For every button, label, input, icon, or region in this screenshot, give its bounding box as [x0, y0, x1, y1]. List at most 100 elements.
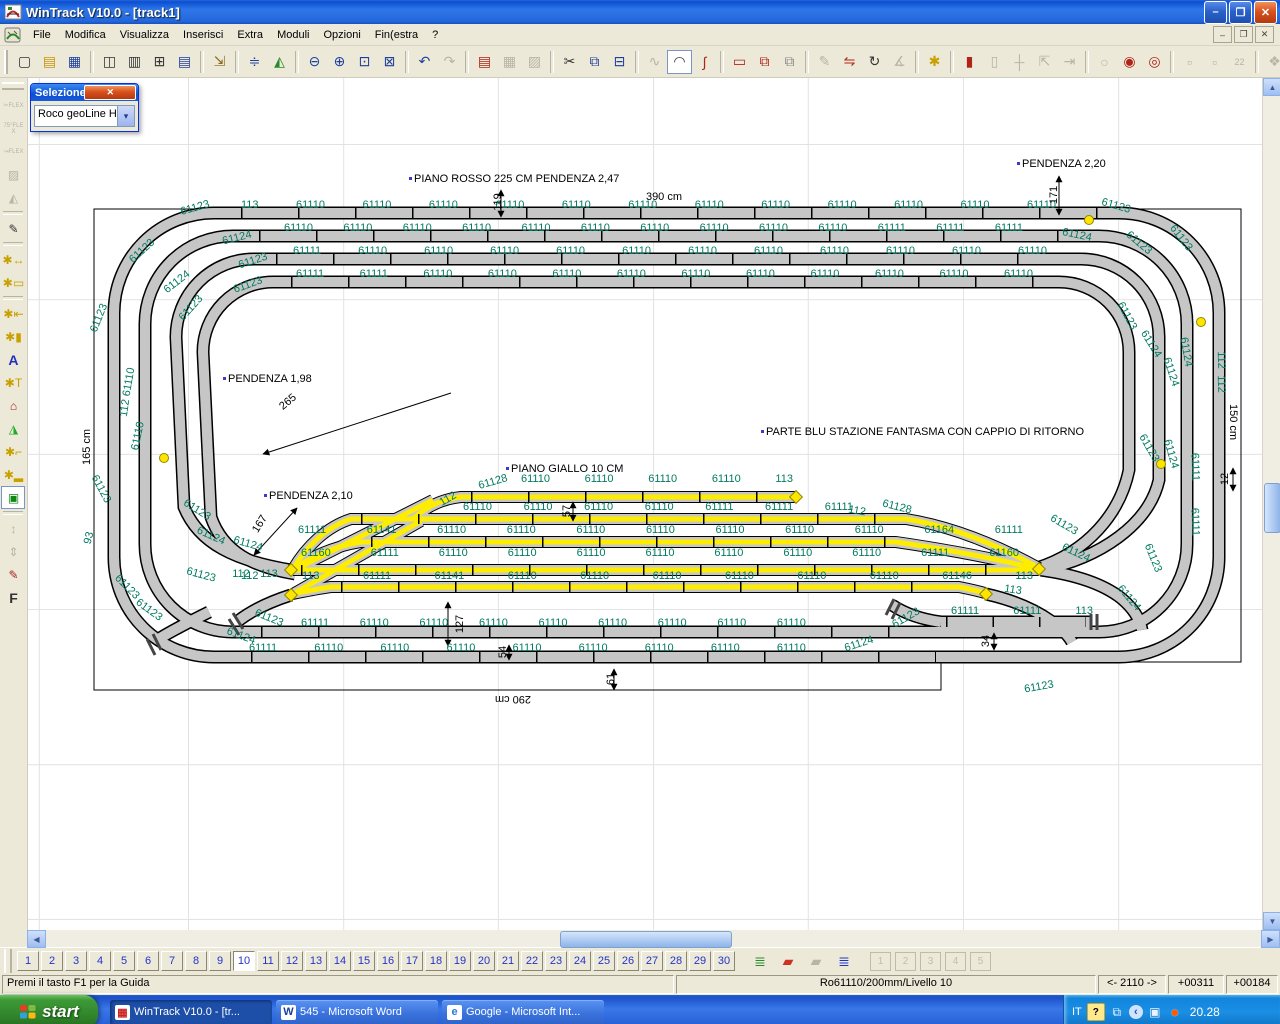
layer-locked-button[interactable]: ▰: [803, 950, 829, 972]
level-down-icon[interactable]: ⇕: [1, 540, 25, 563]
mirror-button[interactable]: ⇋: [837, 50, 862, 74]
new-signal-icon[interactable]: ✱▮: [1, 325, 25, 348]
image-tool-icon[interactable]: ▣: [1, 486, 25, 509]
page-button[interactable]: 12: [281, 951, 303, 971]
new-button[interactable]: ▢: [12, 50, 37, 74]
flex-curve-button[interactable]: ∿: [642, 50, 667, 74]
lamp-red-button[interactable]: ◉: [1117, 50, 1142, 74]
restore-window-tray-icon[interactable]: ⧉: [1109, 1004, 1125, 1020]
sheet-button[interactable]: ▦: [497, 50, 522, 74]
background-image-button[interactable]: ◭: [267, 50, 292, 74]
new-ramp-icon[interactable]: ✱⌐: [1, 440, 25, 463]
page-button[interactable]: 10: [233, 951, 255, 971]
scroll-up-icon[interactable]: ▲: [1263, 78, 1280, 96]
page-button[interactable]: 6: [137, 951, 159, 971]
page-button[interactable]: 4: [89, 951, 111, 971]
align-button[interactable]: ⇱: [1032, 50, 1057, 74]
profile-tool-icon[interactable]: F: [1, 586, 25, 609]
mdi-control-button[interactable]: –: [1213, 26, 1232, 43]
piece-numbers-button[interactable]: ≑: [242, 50, 267, 74]
page-button[interactable]: 2: [41, 951, 63, 971]
zoom-in-button[interactable]: ⊕: [327, 50, 352, 74]
save-button[interactable]: ▦: [62, 50, 87, 74]
page-button[interactable]: 30: [713, 951, 735, 971]
vertical-scrollbar[interactable]: ▲ ▼: [1262, 78, 1280, 930]
cut-button[interactable]: ✂: [557, 50, 582, 74]
toolbar-button[interactable]: [200, 51, 204, 73]
draw-pen-icon[interactable]: ✎: [1, 563, 25, 586]
page-button[interactable]: 20: [473, 951, 495, 971]
signal-button[interactable]: ▮: [957, 50, 982, 74]
send-back-button[interactable]: ⧉: [777, 50, 802, 74]
horizontal-scrollbar[interactable]: ◀ ▶: [27, 930, 1280, 947]
maximize-button[interactable]: ❐: [1229, 1, 1252, 24]
parts-list-button[interactable]: ▤: [172, 50, 197, 74]
page-button[interactable]: 11: [257, 951, 279, 971]
bring-front-button[interactable]: ⧉: [752, 50, 777, 74]
track-library-combobox[interactable]: Roco geoLine H ▾: [34, 105, 135, 127]
menu-item[interactable]: Opzioni: [316, 27, 367, 43]
menu-item[interactable]: Fin(estra: [368, 27, 425, 43]
toolbar-button[interactable]: [235, 51, 239, 73]
curve-tool-button[interactable]: ◠: [667, 50, 692, 74]
scroll-down-icon[interactable]: ▼: [1263, 912, 1280, 930]
landscape-tool-icon[interactable]: ◭: [1, 186, 25, 209]
page-button[interactable]: 27: [641, 951, 663, 971]
toolbar-button[interactable]: [465, 51, 469, 73]
next-piece-button[interactable]: ⇥: [1057, 50, 1082, 74]
page-button[interactable]: 1: [17, 951, 39, 971]
toolbar-grip[interactable]: [4, 50, 8, 74]
taskbar-task-button[interactable]: ▦ WinTrack V10.0 - [tr...: [110, 1000, 272, 1024]
close-button[interactable]: ✕: [1254, 1, 1277, 24]
page-button[interactable]: 26: [617, 951, 639, 971]
security-tray-icon[interactable]: ●: [1167, 1004, 1183, 1020]
menu-item[interactable]: Inserisci: [176, 27, 230, 43]
signal-pair-button[interactable]: ▯: [982, 50, 1007, 74]
properties-button[interactable]: ▭: [727, 50, 752, 74]
sidebar-button[interactable]: [3, 296, 23, 300]
sidebar-grip[interactable]: [2, 82, 24, 90]
text-tool-icon[interactable]: A: [1, 348, 25, 371]
page-button[interactable]: 7: [161, 951, 183, 971]
open-button[interactable]: ▤: [37, 50, 62, 74]
track-cut-tool-icon[interactable]: ✎: [1, 217, 25, 240]
toolbar-button[interactable]: [950, 51, 954, 73]
clock[interactable]: 20.28: [1190, 1005, 1220, 1019]
page-button[interactable]: 8: [185, 951, 207, 971]
block-2-button[interactable]: ▫: [1202, 50, 1227, 74]
report-button[interactable]: ▤: [472, 50, 497, 74]
undo-button[interactable]: ↶: [412, 50, 437, 74]
page-button[interactable]: 15: [353, 951, 375, 971]
layer-current-button[interactable]: ▰: [775, 950, 801, 972]
print-setup-button[interactable]: ⊞: [147, 50, 172, 74]
toolbar-button[interactable]: [295, 51, 299, 73]
page-button[interactable]: 17: [401, 951, 423, 971]
vertical-scroll-thumb[interactable]: [1264, 483, 1280, 533]
flex-bend-tool-icon[interactable]: ↝FLEX: [1, 140, 25, 163]
sidebar-button[interactable]: [3, 211, 23, 215]
taskbar-task-button[interactable]: e Google - Microsoft Int...: [442, 1000, 604, 1024]
insert-element-button[interactable]: ✱: [922, 50, 947, 74]
redo-button[interactable]: ↷: [437, 50, 462, 74]
menu-item[interactable]: Modifica: [58, 27, 113, 43]
page-button[interactable]: 29: [689, 951, 711, 971]
draw-track-button[interactable]: ✎: [812, 50, 837, 74]
minimize-button[interactable]: –: [1204, 1, 1227, 24]
sheet-preview-button[interactable]: ▨: [522, 50, 547, 74]
track-plan-canvas[interactable]: 1136111061110611106111061110611106111061…: [28, 78, 1262, 930]
scroll-right-icon[interactable]: ▶: [1261, 930, 1280, 948]
flex-75-tool-icon[interactable]: 75°FLEX: [1, 117, 25, 140]
toolbar-button[interactable]: [90, 51, 94, 73]
toolbar-button[interactable]: [1170, 51, 1174, 73]
landscape-color-icon[interactable]: ◮: [1, 417, 25, 440]
toolbar-button[interactable]: [635, 51, 639, 73]
toolbar-button[interactable]: [805, 51, 809, 73]
zoom-fit-button[interactable]: ⊠: [377, 50, 402, 74]
network-tray-icon[interactable]: ▣: [1147, 1004, 1163, 1020]
start-button[interactable]: start: [0, 995, 98, 1024]
page-button[interactable]: 5: [113, 951, 135, 971]
group-button[interactable]: ❖: [1262, 50, 1280, 74]
page-button[interactable]: 3: [65, 951, 87, 971]
level-up-icon[interactable]: ↕: [1, 517, 25, 540]
new-terrain-icon[interactable]: ✱▂: [1, 463, 25, 486]
